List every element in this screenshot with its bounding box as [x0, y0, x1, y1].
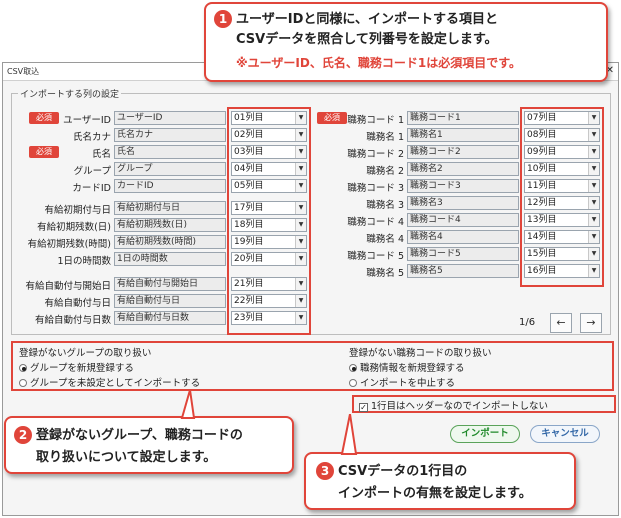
radio-dot: [349, 364, 357, 372]
callout-2: 2 登録がないグループ、職務コードの 取り扱いについて設定します。: [4, 416, 294, 474]
callout-1-line2: CSVデータを照合して列番号を設定します。: [236, 32, 498, 47]
radio-dot: [19, 364, 27, 372]
field-label: 職務名 4: [366, 234, 404, 245]
field-name-box: 職務コード2: [407, 145, 519, 159]
radio-group-register[interactable]: グループを新規登録する: [19, 360, 134, 374]
field-label: 1日の時間数: [57, 256, 111, 267]
field-label: 職務名 3: [366, 200, 404, 211]
field-name-box: 職務コード5: [407, 247, 519, 261]
field-name-box: 職務コード1: [407, 111, 519, 125]
field-name-box: ユーザーID: [114, 111, 226, 125]
field-name-box: 氏名: [114, 145, 226, 159]
field-name-box: 職務コード4: [407, 213, 519, 227]
field-label: 氏名カナ: [72, 132, 111, 143]
field-label: 職務コード 4: [347, 217, 404, 228]
field-label: 氏名: [91, 149, 111, 160]
prev-page-button[interactable]: ←: [550, 313, 572, 333]
callout-3-pointer: [340, 414, 358, 455]
radio-group-unset[interactable]: グループを未設定としてインポートする: [19, 375, 200, 389]
column-settings-title: インポートする列の設定: [18, 87, 122, 100]
field-label: 職務名 5: [366, 268, 404, 279]
field-name-box: 職務名1: [407, 128, 519, 142]
field-label: 有給自動付与開始日: [25, 281, 111, 292]
field-name-box: 有給初期残数(日): [114, 218, 226, 232]
radio-job-register[interactable]: 職務情報を新規登録する: [349, 360, 465, 374]
callout-3-line1: 3 CSVデータの1行目の: [316, 462, 467, 481]
field-name-box: 職務名5: [407, 264, 519, 278]
field-name-box: 1日の時間数: [114, 252, 226, 266]
field-label: 有給初期残数(時間): [27, 239, 111, 250]
callout-2-pointer: [180, 390, 196, 419]
field-label: 職務コード 2: [347, 149, 404, 160]
callout-1-line1: 1 ユーザーIDと同様に、インポートする項目と: [214, 10, 498, 29]
field-label: 職務コード 5: [347, 251, 404, 262]
callout-1-note: ※ユーザーID、氏名、職務コード1は必須項目です。: [236, 56, 522, 70]
step-number-2: 2: [14, 426, 32, 444]
field-label: 有給初期付与日: [44, 205, 111, 216]
callout-3: 3 CSVデータの1行目の インポートの有無を設定します。: [304, 452, 576, 510]
field-label: 職務名 2: [366, 166, 404, 177]
field-name-box: 有給自動付与日数: [114, 311, 226, 325]
field-name-box: 職務名4: [407, 230, 519, 244]
required-badge: 必須: [317, 112, 347, 124]
next-page-button[interactable]: →: [580, 313, 602, 333]
callout-3-line2: インポートの有無を設定します。: [338, 486, 532, 501]
field-name-box: 氏名カナ: [114, 128, 226, 142]
field-label: 職務コード 3: [347, 183, 404, 194]
page-indicator: 1/6: [519, 317, 536, 328]
field-name-box: 職務名2: [407, 162, 519, 176]
dialog-title: CSV取込: [7, 67, 40, 76]
field-label: カードID: [72, 183, 111, 194]
radio-dot: [349, 379, 357, 387]
field-name-box: 有給初期残数(時間): [114, 235, 226, 249]
radio-job-abort[interactable]: インポートを中止する: [349, 375, 455, 389]
checkbox-box: ✓: [359, 403, 368, 412]
field-label: ユーザーID: [63, 115, 111, 126]
callout-1: 1 ユーザーIDと同様に、インポートする項目と CSVデータを照合して列番号を設定…: [204, 2, 608, 82]
field-name-box: 有給初期付与日: [114, 201, 226, 215]
required-badge: 必須: [29, 146, 59, 158]
field-name-box: カードID: [114, 179, 226, 193]
field-label: 職務コード 1: [347, 115, 404, 126]
required-badge: 必須: [29, 112, 59, 124]
field-name-box: 職務コード3: [407, 179, 519, 193]
left-column-highlight: [227, 107, 311, 335]
field-label: 有給初期残数(日): [37, 222, 111, 233]
callout-2-line2: 取り扱いについて設定します。: [36, 450, 217, 465]
field-label: 有給自動付与日: [44, 298, 111, 309]
right-column-highlight: [520, 107, 604, 287]
job-handling-title: 登録がない職務コードの取り扱い: [349, 348, 492, 359]
field-label: グループ: [73, 166, 111, 177]
step-number-1: 1: [214, 10, 232, 28]
field-name-box: 職務名3: [407, 196, 519, 210]
field-label: 有給自動付与日数: [34, 315, 111, 326]
callout-2-line1: 2 登録がないグループ、職務コードの: [14, 426, 243, 445]
import-button[interactable]: インポート: [450, 425, 520, 443]
cancel-button[interactable]: キャンセル: [530, 425, 600, 443]
header-skip-checkbox[interactable]: ✓ 1行目はヘッダーなのでインポートしない: [359, 398, 548, 412]
radio-dot: [19, 379, 27, 387]
field-name-box: グループ: [114, 162, 226, 176]
field-name-box: 有給自動付与日: [114, 294, 226, 308]
field-label: 職務名 1: [366, 132, 404, 143]
step-number-3: 3: [316, 462, 334, 480]
field-name-box: 有給自動付与開始日: [114, 277, 226, 291]
group-handling-title: 登録がないグループの取り扱い: [19, 348, 152, 359]
